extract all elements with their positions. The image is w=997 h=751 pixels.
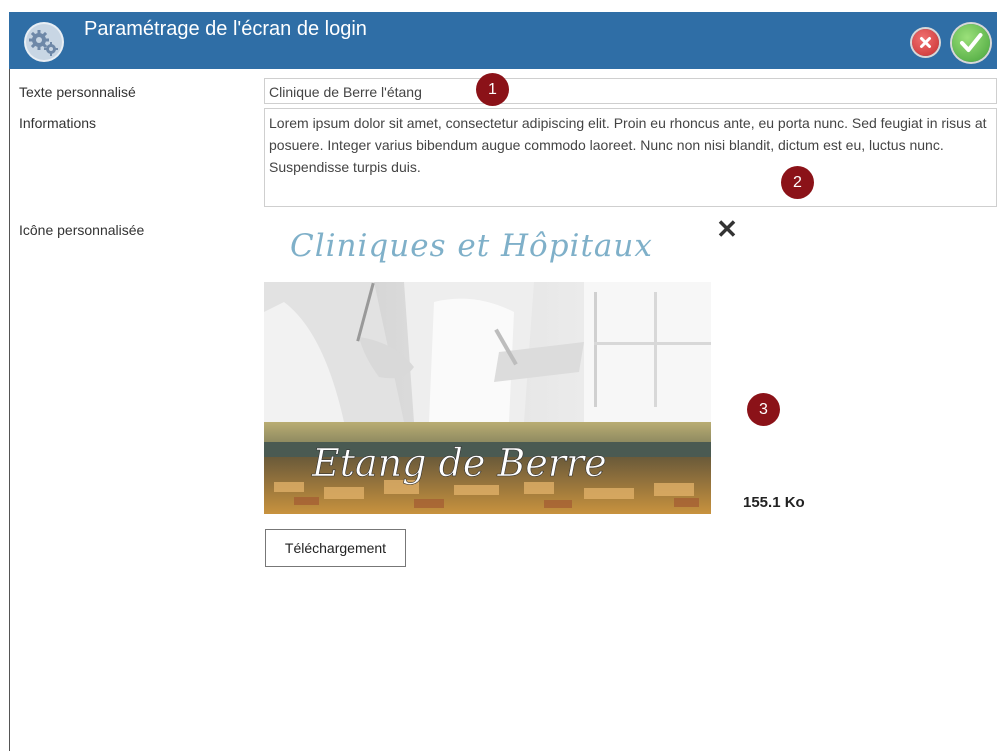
file-size: 155.1 Ko (743, 494, 805, 511)
custom-icon-image: Etang de Berre (264, 282, 711, 514)
annotation-marker-2: 2 (781, 166, 814, 199)
informations-label: Informations (19, 115, 97, 131)
cancel-button[interactable] (912, 29, 939, 56)
custom-text-label: Texte personnalisé (19, 84, 136, 100)
annotation-marker-1: 1 (476, 73, 509, 106)
upload-button[interactable]: Téléchargement (265, 529, 406, 567)
confirm-button[interactable] (952, 24, 990, 62)
custom-icon-label: Icône personnalisée (19, 222, 145, 238)
check-icon (960, 33, 983, 52)
close-icon (920, 37, 931, 48)
dialog-titlebar: Paramétrage de l'écran de login (9, 12, 997, 69)
informations-textarea[interactable]: Lorem ipsum dolor sit amet, consectetur … (264, 108, 997, 207)
remove-image-icon[interactable]: ✕ (713, 215, 741, 243)
image-heading-text: Cliniques et Hôpitaux (290, 228, 653, 264)
annotation-marker-3: 3 (747, 393, 780, 426)
settings-gears-icon (24, 22, 64, 62)
custom-text-input[interactable]: Clinique de Berre l'étang (264, 78, 997, 104)
dialog-title: Paramétrage de l'écran de login (84, 18, 367, 40)
image-caption-text: Etang de Berre (311, 441, 607, 485)
